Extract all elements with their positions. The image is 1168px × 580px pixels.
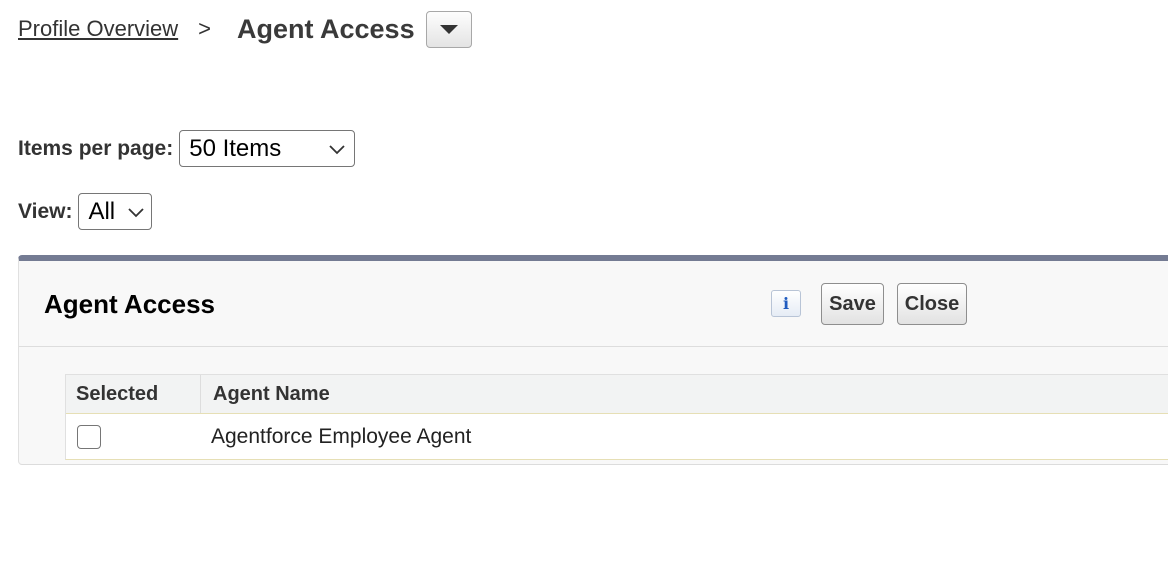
items-per-page-value: 50 Items (189, 134, 282, 162)
agent-selected-checkbox[interactable] (77, 424, 101, 449)
panel-title: Agent Access (44, 289, 215, 319)
triangle-down-icon (439, 24, 458, 34)
breadcrumb: Profile Overview > Agent Access (18, 8, 472, 50)
info-icon: i (782, 293, 790, 313)
save-button[interactable]: Save (821, 283, 884, 325)
view-value: All (88, 197, 116, 225)
items-per-page-label: Items per page: (18, 136, 174, 160)
table-header-row: Selected Agent Name (66, 374, 1168, 414)
close-button[interactable]: Close (897, 283, 967, 325)
column-header-selected: Selected (66, 375, 201, 413)
items-per-page-row: Items per page: 50 Items (18, 130, 356, 167)
column-header-agent-name: Agent Name (213, 382, 330, 405)
breadcrumb-separator: > (198, 16, 212, 41)
chevron-down-icon (329, 144, 345, 154)
breadcrumb-link-profile-overview[interactable]: Profile Overview (18, 16, 178, 42)
agent-name-cell: Agentforce Employee Agent (211, 424, 472, 448)
agent-access-table: Selected Agent Name Agentforce Employee … (65, 374, 1168, 460)
page-menu-dropdown-button[interactable] (425, 10, 472, 48)
view-filter-row: View: All (18, 193, 153, 230)
view-label: View: (18, 199, 73, 223)
page-title: Agent Access (237, 13, 415, 44)
agent-access-panel: Agent Access i Save Close Selected Agent… (18, 255, 1168, 465)
items-per-page-select[interactable]: 50 Items (179, 130, 356, 167)
chevron-down-icon (128, 207, 145, 217)
info-button[interactable]: i (771, 290, 801, 317)
selected-cell (66, 414, 201, 459)
panel-header: Agent Access i Save Close (19, 261, 1168, 347)
view-select[interactable]: All (78, 193, 153, 230)
table-row: Agentforce Employee Agent (66, 414, 1168, 459)
